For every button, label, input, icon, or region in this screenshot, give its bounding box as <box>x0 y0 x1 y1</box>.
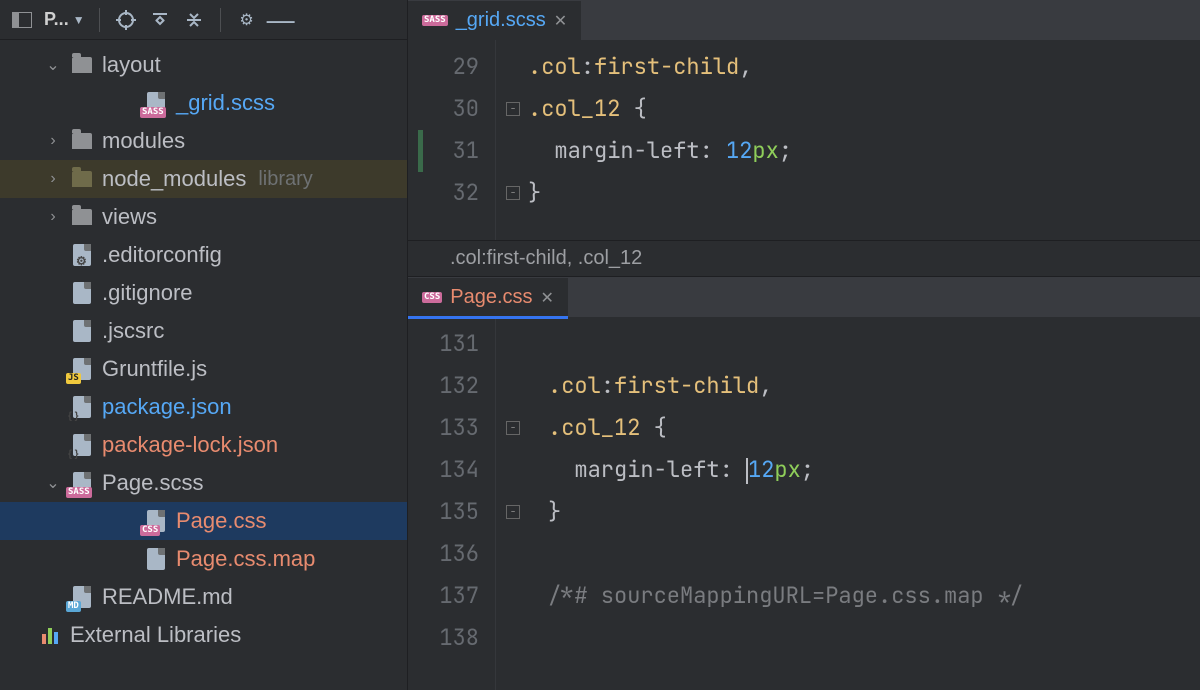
sass-icon: SASS <box>144 91 168 115</box>
tree-label: package.json <box>102 394 232 420</box>
tree-label: Page.scss <box>102 470 204 496</box>
project-toolbar: P... ▼ ⚙ — <box>0 0 407 40</box>
tab-grid-scss[interactable]: SASS _grid.scss ✕ <box>408 1 581 40</box>
tree-label: _grid.scss <box>176 90 275 116</box>
close-icon[interactable]: ✕ <box>541 288 554 308</box>
tree-label: .editorconfig <box>102 242 222 268</box>
disclosure-arrow-icon[interactable]: › <box>44 170 62 188</box>
expand-all-icon[interactable] <box>148 8 172 32</box>
gutter: 131132133134135136137138 <box>408 317 496 690</box>
disclosure-arrow-icon[interactable]: › <box>44 208 62 226</box>
tree-row[interactable]: { } package-lock.json <box>0 426 407 464</box>
tree-row[interactable]: SASS _grid.scss <box>0 84 407 122</box>
toolbar-separator <box>220 8 221 32</box>
tree-label: views <box>102 204 157 230</box>
tree-row[interactable]: ⌄ layout <box>0 46 407 84</box>
json-icon: { } <box>70 395 94 419</box>
project-tool-window-icon[interactable] <box>10 8 34 32</box>
tree-row[interactable]: › modules <box>0 122 407 160</box>
project-tree[interactable]: ⌄ layout SASS _grid.scss › modules › node_modul… <box>0 40 407 690</box>
editor-top[interactable]: 29303132 .col:first-child,−.col_12 { mar… <box>408 40 1200 240</box>
chevron-down-icon: ▼ <box>73 13 85 27</box>
tab-label: Page.css <box>450 286 532 309</box>
collapse-all-icon[interactable] <box>182 8 206 32</box>
css-icon: CSS <box>422 292 442 303</box>
tree-label: .jscsrc <box>102 318 164 344</box>
tree-label: modules <box>102 128 185 154</box>
tree-row[interactable]: Page.css.map <box>0 540 407 578</box>
breadcrumb[interactable]: .col:first-child, .col_12 <box>408 240 1200 276</box>
minimize-icon[interactable]: — <box>269 8 293 32</box>
tree-label: layout <box>102 52 161 78</box>
tree-label: node_modules <box>102 166 246 192</box>
disclosure-arrow-icon[interactable]: ⌄ <box>44 55 62 75</box>
gear-icon[interactable]: ⚙ <box>235 8 259 32</box>
tree-row[interactable]: › views <box>0 198 407 236</box>
disclosure-arrow-icon[interactable]: › <box>44 132 62 150</box>
css-icon: CSS <box>144 509 168 533</box>
editor-tabstrip-top: SASS _grid.scss ✕ <box>408 0 1200 40</box>
js-icon: JS <box>70 357 94 381</box>
folder-lib-icon <box>70 167 94 191</box>
file-icon <box>70 281 94 305</box>
folder-icon <box>70 53 94 77</box>
tree-row[interactable]: › node_modules library <box>0 160 407 198</box>
folder-icon <box>70 205 94 229</box>
file-icon <box>70 319 94 343</box>
editor-bottom[interactable]: 131132133134135136137138 .col:first-chil… <box>408 317 1200 690</box>
tree-row[interactable]: External Libraries <box>0 616 407 654</box>
sass-icon: SASS <box>422 15 448 26</box>
project-dropdown[interactable]: P... ▼ <box>44 9 85 30</box>
tree-row[interactable]: ⌄ SASS Page.scss <box>0 464 407 502</box>
tree-row[interactable]: { } package.json <box>0 388 407 426</box>
tree-suffix: library <box>258 168 312 191</box>
tree-label: Gruntfile.js <box>102 356 207 382</box>
file-icon <box>144 547 168 571</box>
tree-row[interactable]: .gitignore <box>0 274 407 312</box>
tree-label: Page.css.map <box>176 546 315 572</box>
tree-label: package-lock.json <box>102 432 278 458</box>
folder-icon <box>70 129 94 153</box>
breadcrumb-text: .col:first-child, .col_12 <box>450 247 642 270</box>
gear-icon <box>70 243 94 267</box>
tree-row[interactable]: CSS Page.css <box>0 502 407 540</box>
json-icon: { } <box>70 433 94 457</box>
code-area[interactable]: .col:first-child,−.col_12 { margin-left:… <box>496 40 1200 240</box>
project-sidebar: P... ▼ ⚙ — ⌄ layout SASS _grid.scss › modules… <box>0 0 408 690</box>
tab-label: _grid.scss <box>456 9 546 32</box>
editor-area: SASS _grid.scss ✕ 29303132 .col:first-ch… <box>408 0 1200 690</box>
project-dropdown-label: P... <box>44 9 69 30</box>
tree-row[interactable]: JS Gruntfile.js <box>0 350 407 388</box>
tree-row[interactable]: .jscsrc <box>0 312 407 350</box>
tree-label: README.md <box>102 584 233 610</box>
editor-tabstrip-bottom: CSS Page.css ✕ <box>408 277 1200 317</box>
code-area[interactable]: .col:first-child,−.col_12 { margin-left:… <box>496 317 1200 690</box>
sass-icon: SASS <box>70 471 94 495</box>
md-icon: MD <box>70 585 94 609</box>
tree-row[interactable]: MD README.md <box>0 578 407 616</box>
target-icon[interactable] <box>114 8 138 32</box>
disclosure-arrow-icon[interactable]: ⌄ <box>44 473 62 493</box>
toolbar-separator <box>99 8 100 32</box>
tree-row[interactable]: .editorconfig <box>0 236 407 274</box>
gutter: 29303132 <box>408 40 496 240</box>
tree-label: .gitignore <box>102 280 193 306</box>
tree-label: Page.css <box>176 508 267 534</box>
close-icon[interactable]: ✕ <box>554 11 567 31</box>
tab-page-css[interactable]: CSS Page.css ✕ <box>408 278 568 317</box>
bars-icon <box>38 623 62 647</box>
tree-label: External Libraries <box>70 622 241 648</box>
